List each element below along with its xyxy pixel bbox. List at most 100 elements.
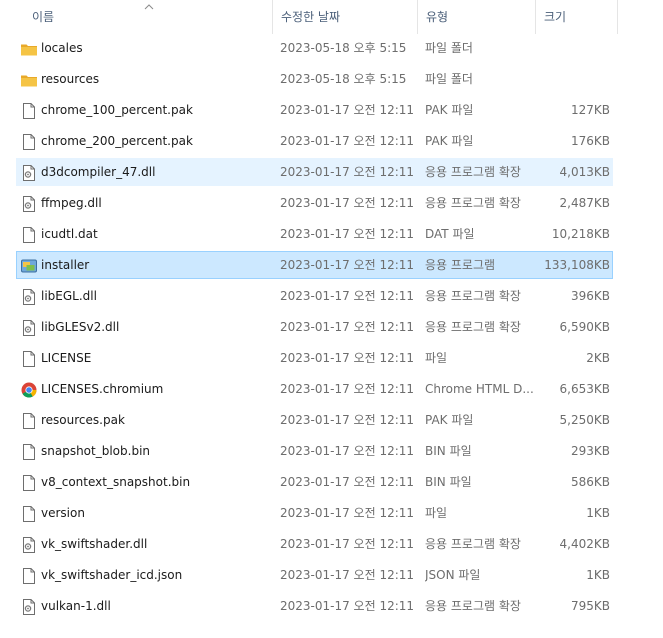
file-size: 127KB [570,103,610,117]
file-size: 133,108KB [544,258,610,272]
column-header-type[interactable]: 유형 [417,0,535,34]
file-icon [20,350,38,368]
file-type: 응용 프로그램 확장 [425,165,521,179]
file-date-modified: 2023-01-17 오전 12:11 [280,165,415,179]
dll-icon [20,195,38,213]
file-date-modified: 2023-01-17 오전 12:11 [280,382,415,396]
file-size: 4,013KB [559,165,610,179]
file-size: 5,250KB [559,413,610,427]
file-name: libGLESv2.dll [41,320,120,334]
file-date-modified: 2023-01-17 오전 12:11 [280,227,415,241]
file-name: chrome_200_percent.pak [41,134,193,148]
file-date-modified: 2023-01-17 오전 12:11 [280,351,415,365]
file-row[interactable]: locales 2023-05-18 오후 5:15 파일 폴더 [16,34,613,62]
file-type: JSON 파일 [425,568,481,582]
file-name: icudtl.dat [41,227,98,241]
file-icon [20,443,38,461]
file-row[interactable]: LICENSES.chromium 2023-01-17 오전 12:11 Ch… [16,375,613,403]
file-size: 1KB [586,568,610,582]
file-date-modified: 2023-01-17 오전 12:11 [280,599,415,613]
file-row[interactable]: installer 2023-01-17 오전 12:11 응용 프로그램 13… [16,251,613,279]
file-name: LICENSES.chromium [41,382,164,396]
file-row[interactable]: resources 2023-05-18 오후 5:15 파일 폴더 [16,65,613,93]
installer-icon [20,257,38,275]
file-row[interactable]: v8_context_snapshot.bin 2023-01-17 오전 12… [16,468,613,496]
file-size: 10,218KB [551,227,610,241]
file-type: DAT 파일 [425,227,475,241]
file-row[interactable]: snapshot_blob.bin 2023-01-17 오전 12:11 BI… [16,437,613,465]
file-date-modified: 2023-01-17 오전 12:11 [280,475,415,489]
file-type: 파일 [425,351,448,365]
file-type: 파일 폴더 [425,72,473,86]
file-icon [20,102,38,120]
column-header-size[interactable]: 크기 [535,0,618,34]
file-type: PAK 파일 [425,134,474,148]
file-name: v8_context_snapshot.bin [41,475,191,489]
file-date-modified: 2023-01-17 오전 12:11 [280,258,415,272]
file-name: chrome_100_percent.pak [41,103,193,117]
file-size: 2,487KB [559,196,610,210]
file-date-modified: 2023-01-17 오전 12:11 [280,413,415,427]
column-header-name[interactable]: 이름 [24,0,272,34]
chrome-icon [20,381,38,399]
file-date-modified: 2023-01-17 오전 12:11 [280,320,415,334]
file-icon [20,474,38,492]
file-row[interactable]: libEGL.dll 2023-01-17 오전 12:11 응용 프로그램 확… [16,282,613,310]
file-row[interactable]: icudtl.dat 2023-01-17 오전 12:11 DAT 파일 10… [16,220,613,248]
file-icon [20,505,38,523]
file-name: snapshot_blob.bin [41,444,151,458]
file-name: vk_swiftshader_icd.json [41,568,183,582]
file-type: 응용 프로그램 확장 [425,320,521,334]
file-row[interactable]: libGLESv2.dll 2023-01-17 오전 12:11 응용 프로그… [16,313,613,341]
file-type: 응용 프로그램 [425,258,496,272]
file-size: 6,653KB [559,382,610,396]
file-type: PAK 파일 [425,103,474,117]
file-date-modified: 2023-01-17 오전 12:11 [280,103,415,117]
file-name: ffmpeg.dll [41,196,102,210]
dll-icon [20,598,38,616]
dll-icon [20,536,38,554]
file-size: 176KB [570,134,610,148]
file-row[interactable]: chrome_100_percent.pak 2023-01-17 오전 12:… [16,96,613,124]
file-name: resources [41,72,100,86]
column-header-bar: 이름 수정한 날짜 유형 크기 [0,0,663,34]
file-date-modified: 2023-01-17 오전 12:11 [280,134,415,148]
file-date-modified: 2023-05-18 오후 5:15 [280,41,407,55]
file-row[interactable]: LICENSE 2023-01-17 오전 12:11 파일 2KB [16,344,613,372]
file-name: libEGL.dll [41,289,97,303]
file-name: vk_swiftshader.dll [41,537,148,551]
file-name: d3dcompiler_47.dll [41,165,156,179]
file-row[interactable]: vk_swiftshader.dll 2023-01-17 오전 12:11 응… [16,530,613,558]
file-size: 396KB [570,289,610,303]
file-row[interactable]: resources.pak 2023-01-17 오전 12:11 PAK 파일… [16,406,613,434]
file-size: 4,402KB [559,537,610,551]
file-type: PAK 파일 [425,413,474,427]
file-row[interactable]: chrome_200_percent.pak 2023-01-17 오전 12:… [16,127,613,155]
column-header-date[interactable]: 수정한 날짜 [272,0,417,34]
file-name: vulkan-1.dll [41,599,111,613]
file-size: 2KB [586,351,610,365]
file-size: 1KB [586,506,610,520]
file-icon [20,567,38,585]
file-row[interactable]: vk_swiftshader_icd.json 2023-01-17 오전 12… [16,561,613,589]
file-name: resources.pak [41,413,125,427]
file-row[interactable]: ffmpeg.dll 2023-01-17 오전 12:11 응용 프로그램 확… [16,189,613,217]
file-type: BIN 파일 [425,444,472,458]
file-name: LICENSE [41,351,92,365]
file-date-modified: 2023-01-17 오전 12:11 [280,568,415,582]
file-row[interactable]: d3dcompiler_47.dll 2023-01-17 오전 12:11 응… [16,158,613,186]
file-size [537,66,610,92]
file-size: 586KB [570,475,610,489]
file-type: 응용 프로그램 확장 [425,599,521,613]
file-name: installer [41,258,90,272]
file-date-modified: 2023-01-17 오전 12:11 [280,444,415,458]
file-size: 293KB [570,444,610,458]
file-name: locales [41,41,83,55]
file-row[interactable]: version 2023-01-17 오전 12:11 파일 1KB [16,499,613,527]
file-row[interactable]: vulkan-1.dll 2023-01-17 오전 12:11 응용 프로그램… [16,592,613,620]
file-date-modified: 2023-01-17 오전 12:11 [280,537,415,551]
file-type: 파일 [425,506,448,520]
file-type: 파일 폴더 [425,41,473,55]
file-size: 795KB [570,599,610,613]
file-type: 응용 프로그램 확장 [425,196,521,210]
